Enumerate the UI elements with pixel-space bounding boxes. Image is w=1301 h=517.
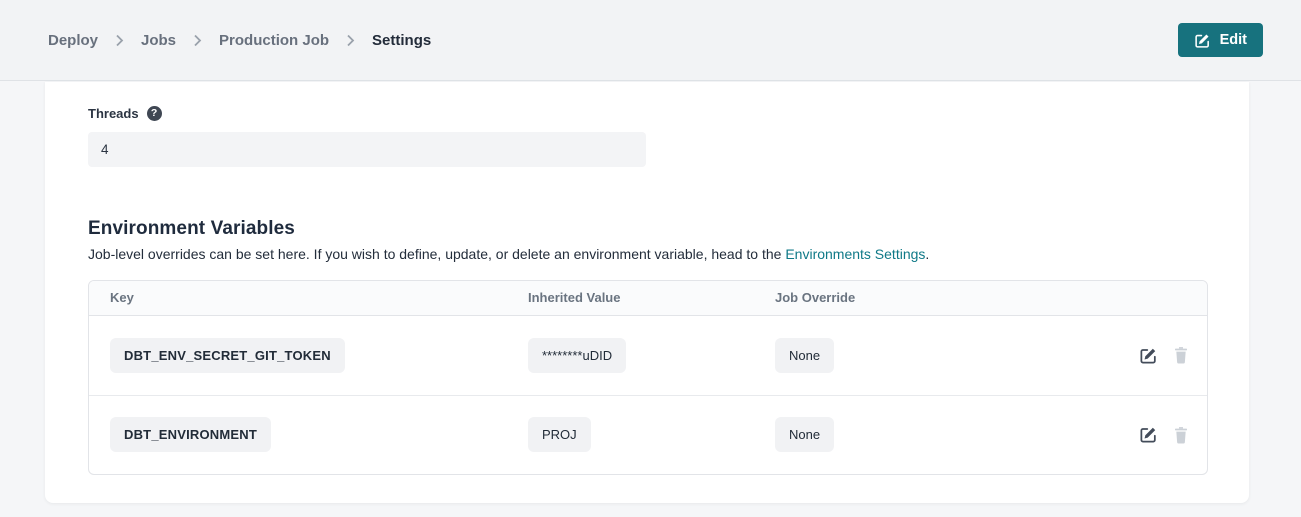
breadcrumb-jobs[interactable]: Jobs — [141, 32, 176, 49]
section-title: Environment Variables — [88, 218, 1208, 240]
section-description: Job-level overrides can be set here. If … — [88, 246, 1208, 263]
environments-settings-link[interactable]: Environments Settings — [785, 246, 925, 262]
env-var-key: DBT_ENVIRONMENT — [110, 417, 271, 452]
help-icon[interactable]: ? — [147, 106, 162, 121]
threads-value: 4 — [101, 142, 109, 157]
chevron-right-icon — [193, 34, 202, 47]
settings-card: Threads ? 4 Environment Variables Job-le… — [45, 82, 1249, 503]
breadcrumb-settings: Settings — [372, 32, 431, 49]
column-header-job-override: Job Override — [775, 290, 995, 305]
env-var-key: DBT_ENV_SECRET_GIT_TOKEN — [110, 338, 345, 373]
chevron-right-icon — [115, 34, 124, 47]
row-edit-icon[interactable] — [1139, 346, 1158, 365]
table-row: DBT_ENVIRONMENT PROJ None — [89, 395, 1207, 474]
threads-input[interactable]: 4 — [88, 132, 646, 167]
description-text: Job-level overrides can be set here. If … — [88, 246, 785, 262]
breadcrumb: Deploy Jobs Production Job Settings — [48, 32, 431, 49]
environment-variables-section: Environment Variables Job-level override… — [88, 218, 1208, 475]
top-bar: Deploy Jobs Production Job Settings Edit — [0, 0, 1301, 81]
row-delete-trash-icon[interactable] — [1173, 426, 1189, 444]
table-header-row: Key Inherited Value Job Override — [89, 281, 1207, 316]
row-edit-icon[interactable] — [1139, 425, 1158, 444]
edit-button[interactable]: Edit — [1178, 23, 1263, 57]
edit-pencil-icon — [1194, 32, 1211, 49]
column-header-inherited-value: Inherited Value — [528, 290, 775, 305]
env-vars-table: Key Inherited Value Job Override DBT_ENV… — [88, 280, 1208, 475]
env-var-job-override: None — [775, 417, 834, 452]
breadcrumb-deploy[interactable]: Deploy — [48, 32, 98, 49]
row-delete-trash-icon[interactable] — [1173, 346, 1189, 364]
edit-button-label: Edit — [1220, 32, 1247, 48]
env-var-inherited-value: PROJ — [528, 417, 591, 452]
threads-label: Threads — [88, 106, 139, 121]
description-period: . — [925, 246, 929, 262]
env-var-job-override: None — [775, 338, 834, 373]
column-header-key: Key — [110, 290, 528, 305]
env-var-inherited-value: ********uDID — [528, 338, 626, 373]
table-row: DBT_ENV_SECRET_GIT_TOKEN ********uDID No… — [89, 316, 1207, 395]
threads-field-label-row: Threads ? — [88, 106, 1208, 121]
breadcrumb-production-job[interactable]: Production Job — [219, 32, 329, 49]
chevron-right-icon — [346, 34, 355, 47]
